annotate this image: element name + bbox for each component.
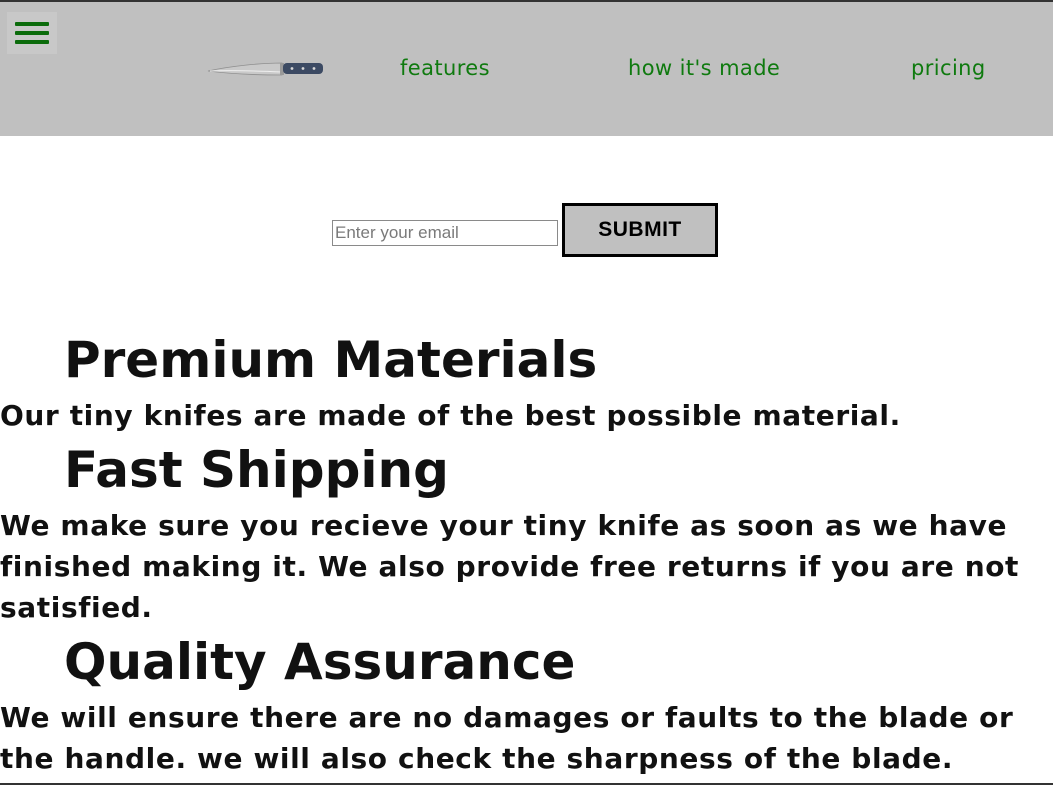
feature-title-quality-assurance: Quality Assurance [64,633,576,691]
knife-icon[interactable] [206,54,326,84]
feature-description-quality-assurance: We will ensure there are no damages or f… [0,701,1014,775]
nav-link-how-its-made[interactable]: how it's made [628,56,780,80]
feature-title-premium-materials: Premium Materials [64,331,598,389]
site-header: features how it's made pricing [0,2,1053,136]
submit-button[interactable]: SUBMIT [562,203,718,257]
menu-bar [15,22,49,26]
feature-title-fast-shipping: Fast Shipping [64,441,449,499]
menu-bar [15,31,49,35]
feature-description-premium-materials: Our tiny knifes are made of the best pos… [0,399,901,432]
nav-link-features[interactable]: features [400,56,490,80]
feature-description-fast-shipping: We make sure you recieve your tiny knife… [0,509,1020,624]
menu-bar [15,40,49,44]
nav-link-pricing[interactable]: pricing [911,56,986,80]
email-input[interactable] [332,220,558,246]
hamburger-menu-icon[interactable] [7,12,57,54]
